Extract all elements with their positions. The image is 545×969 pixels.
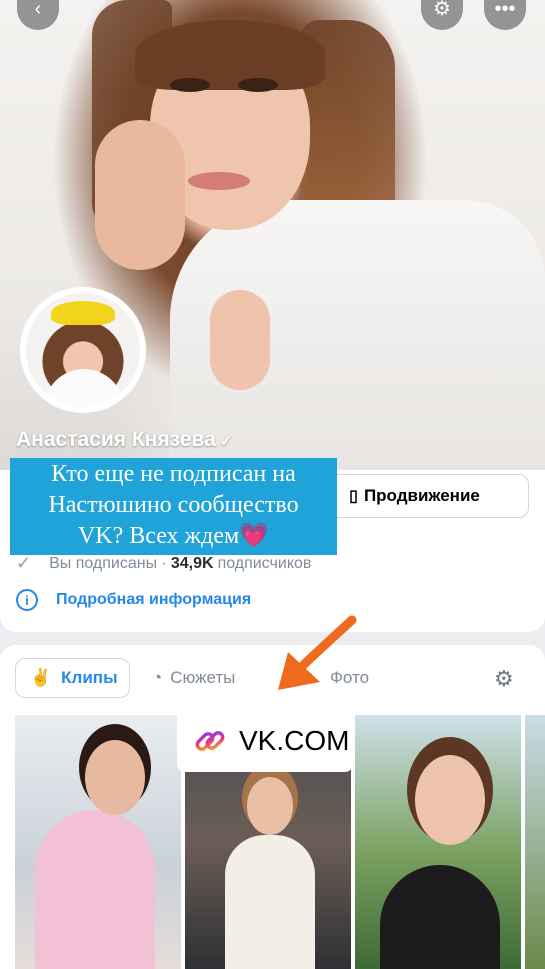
cover-lips	[188, 172, 250, 190]
subscription-row[interactable]: ✓ Вы подписаны · 34,9K подписчиков	[16, 553, 311, 574]
cover-bangs	[135, 20, 325, 90]
tabs-settings-icon[interactable]: ⚙	[494, 666, 514, 692]
profile-name: Анастасия Князева ✓	[16, 428, 232, 452]
tab-stories[interactable]: ◔ Сюжеты	[152, 658, 235, 698]
promotion-button-label: Продвижение	[363, 486, 480, 505]
cover-hand	[95, 120, 185, 270]
arrow-annotation	[278, 615, 357, 690]
more-icon: •••	[494, 0, 516, 20]
cover-eye	[238, 78, 278, 92]
vk-badge-label: VK.COM	[239, 725, 350, 756]
details-link-label: Подробная информация	[56, 591, 252, 608]
vk-link-sticker[interactable]: VK.COM	[177, 710, 353, 772]
clip-figure-head	[247, 777, 293, 835]
avatar-image	[26, 293, 140, 407]
link-icon	[195, 731, 225, 751]
tab-clips-label: Клипы	[61, 668, 118, 687]
clip-thumbnail[interactable]	[355, 715, 521, 969]
caption-line: Настюшино сообщество	[48, 492, 299, 518]
avatar[interactable]	[20, 287, 146, 413]
megaphone-icon: ▯	[349, 488, 358, 505]
clip-thumbnail[interactable]	[15, 715, 181, 969]
avatar-shirt	[44, 369, 124, 407]
details-link[interactable]: i Подробная информация	[16, 589, 251, 611]
gear-icon: ⚙	[433, 0, 451, 20]
info-icon: i	[16, 589, 38, 611]
tab-stories-label: Сюжеты	[170, 668, 236, 687]
caption-line: VK? Всех ждем💗	[77, 523, 270, 549]
clip-thumbnail[interactable]	[525, 715, 545, 969]
cover-eye	[170, 78, 210, 92]
clip-figure	[35, 810, 155, 969]
stories-icon: ◔	[152, 668, 163, 687]
chevron-left-icon: ‹	[34, 0, 42, 20]
subscribed-label: Вы подписаны ·	[49, 554, 167, 572]
clip-figure	[380, 865, 500, 969]
clip-figure-head	[85, 740, 145, 815]
check-icon: ✓	[16, 553, 32, 573]
cover-neck	[210, 290, 270, 390]
clips-icon: ✌	[30, 668, 52, 687]
avatar-hat	[51, 301, 115, 325]
clip-figure	[225, 835, 315, 969]
caption-overlay: Кто еще не подписан на Настюшино сообщес…	[10, 458, 337, 555]
subscribers-suffix: подписчиков	[217, 554, 312, 572]
clip-figure-head	[415, 755, 485, 845]
tab-clips[interactable]: ✌ Клипы	[15, 658, 130, 698]
profile-name-text: Анастасия Князева	[16, 428, 216, 451]
caption-line: Кто еще не подписан на	[51, 461, 296, 487]
verified-icon: ✓	[219, 433, 233, 450]
cover-photo	[0, 0, 545, 500]
subscribers-count: 34,9K	[170, 554, 214, 572]
